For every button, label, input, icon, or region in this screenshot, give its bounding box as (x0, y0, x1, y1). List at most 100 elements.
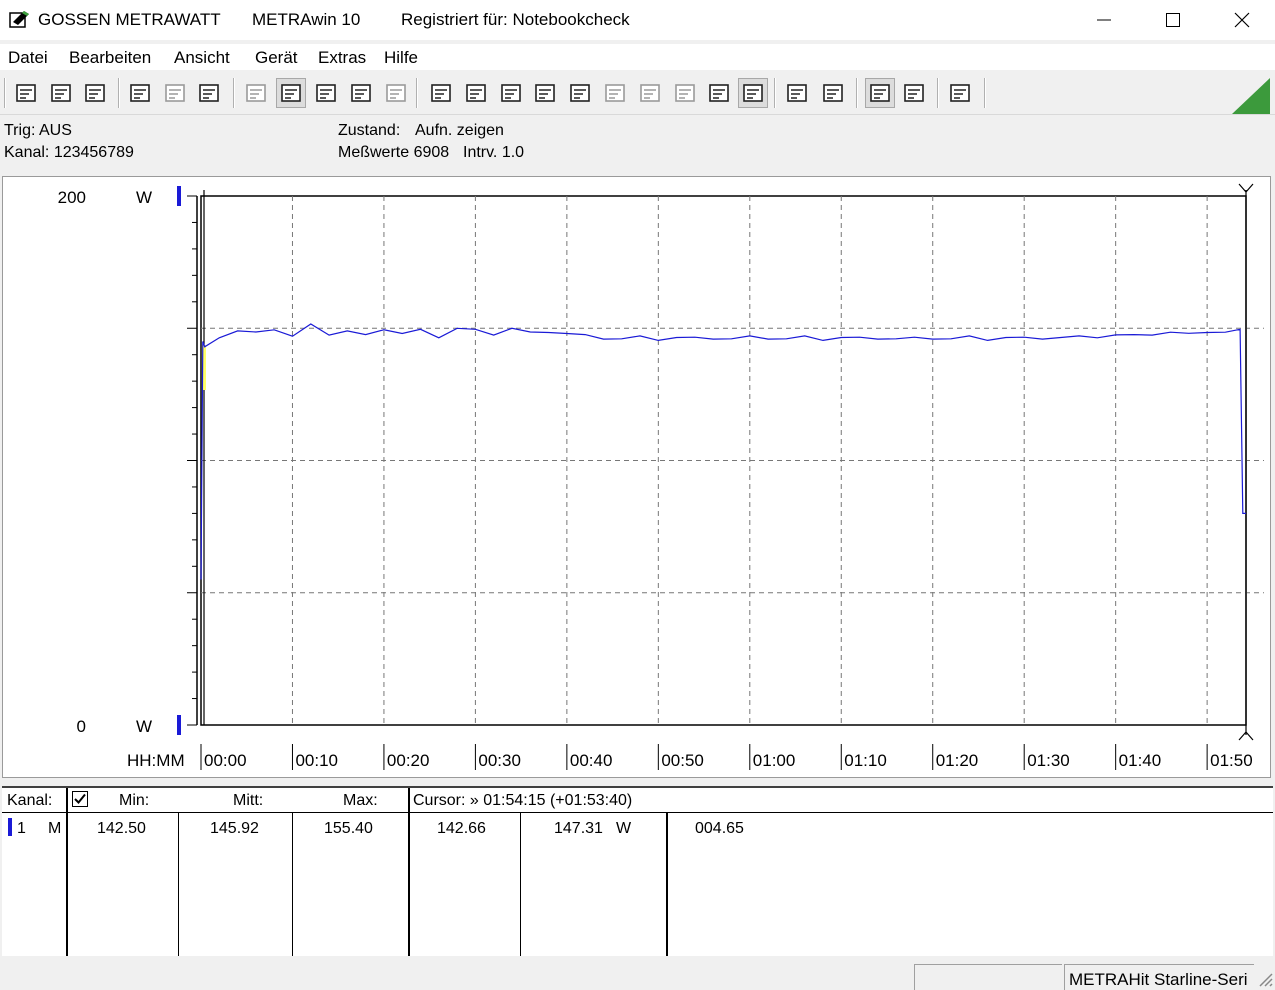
x-tick-label: 01:00 (753, 751, 796, 770)
print-setup-icon[interactable] (818, 78, 848, 108)
timer-icon[interactable] (738, 78, 768, 108)
close-button[interactable] (1207, 0, 1275, 40)
cursor-extra-value: 004.65 (695, 820, 744, 837)
x-tick-label: 00:10 (295, 751, 338, 770)
value-min: 142.50 (97, 820, 146, 837)
header-cursor: Cursor: » 01:54:15 (+01:53:40) (413, 792, 633, 809)
registration-text: Registriert für: Notebookcheck (401, 10, 630, 29)
device-write-icon[interactable] (194, 78, 224, 108)
y-unit-label: W (136, 717, 152, 736)
menu-ansicht[interactable]: Ansicht (174, 48, 230, 68)
menu-bearbeiten[interactable]: Bearbeiten (69, 48, 151, 68)
import-icon[interactable] (461, 78, 491, 108)
info-panel: Trig: AUS Kanal: 123456789 Zustand: Aufn… (0, 116, 1275, 174)
value-max: 155.40 (324, 820, 373, 837)
x-tick-label: 00:40 (570, 751, 613, 770)
status-device: METRAHit Starline-Seri (1064, 964, 1254, 990)
print-icon[interactable] (782, 78, 812, 108)
save-as-icon[interactable] (46, 78, 76, 108)
toolbar-separator (233, 78, 235, 108)
product-name: METRAwin 10 (252, 10, 361, 29)
column-divider (408, 788, 410, 956)
column-divider (666, 812, 668, 956)
wave-icon[interactable] (635, 78, 665, 108)
toolbar-separator (416, 78, 418, 108)
menu-extras[interactable]: Extras (318, 48, 366, 68)
x-tick-label: 01:50 (1210, 751, 1253, 770)
toolbar-separator (118, 78, 120, 108)
sample-count: Meßwerte 6908 (338, 144, 450, 161)
save-icon[interactable] (11, 78, 41, 108)
export-icon[interactable] (426, 78, 456, 108)
cursor-mean: 147.31 (554, 820, 603, 837)
x-tick-label: 00:00 (204, 751, 247, 770)
interval-value: Intrv. 1.0 (463, 144, 525, 161)
toolbar-separator (856, 78, 858, 108)
state-value: Aufn. zeigen (415, 122, 504, 139)
minimize-icon (1097, 19, 1111, 21)
checkbox-checked-icon[interactable] (72, 791, 88, 807)
message-icon[interactable] (945, 78, 975, 108)
menu-hilfe[interactable]: Hilfe (384, 48, 418, 68)
menu-geraet[interactable]: Gerät (255, 48, 298, 68)
x-tick-label: 00:30 (478, 751, 521, 770)
zoom-out-icon[interactable] (899, 78, 929, 108)
open-icon[interactable] (80, 78, 110, 108)
minimize-button[interactable] (1069, 0, 1139, 40)
column-divider (178, 812, 179, 956)
x-tick-label: 00:20 (387, 751, 430, 770)
close-icon (1234, 12, 1250, 28)
table-icon[interactable] (346, 78, 376, 108)
menu-datei[interactable]: Datei (8, 48, 48, 68)
y-unit-label: W (136, 188, 152, 207)
channel-list: Kanal: 123456789 (4, 144, 134, 161)
x-tick-label: 01:20 (936, 751, 979, 770)
monitor-icon[interactable] (530, 78, 560, 108)
x-axis-label: HH:MM (127, 751, 185, 770)
x-tick-label: 01:40 (1119, 751, 1162, 770)
cursor-value: 142.66 (437, 820, 486, 837)
x-tick-label: 01:30 (1027, 751, 1070, 770)
trigger-status: Trig: AUS (4, 122, 72, 139)
column-divider (520, 812, 521, 956)
maximize-icon (1166, 13, 1180, 27)
formula-icon[interactable] (565, 78, 595, 108)
channel-color-marker (8, 818, 12, 836)
channel-marker-top (177, 186, 181, 206)
header-mitt: Mitt: (233, 792, 264, 809)
size-grip-icon[interactable] (1256, 970, 1274, 988)
maximize-button[interactable] (1138, 0, 1208, 40)
menu-bar: Datei Bearbeiten Ansicht Gerät Extras Hi… (0, 44, 1275, 70)
value-mitt: 145.92 (210, 820, 259, 837)
toolbar-separator (984, 78, 986, 108)
toolbar-separator (4, 78, 6, 108)
power-chart[interactable]: 00:00 00:10 00:20 00:30 00:40 00:50 01:00 01:10… (3, 177, 1270, 777)
header-kanal: Kanal: (7, 792, 53, 809)
clock-icon[interactable] (704, 78, 734, 108)
channel-marker-bottom (177, 715, 181, 735)
status-bar: METRAHit Starline-Seri (0, 962, 1275, 990)
crosshair-icon[interactable] (311, 78, 341, 108)
title-bar: GOSSEN METRAWATT METRAwin 10 Registriert… (0, 0, 1275, 40)
column-divider (292, 812, 293, 956)
device-config-icon[interactable] (160, 78, 190, 108)
settings-grid-icon[interactable] (496, 78, 526, 108)
signal-icon[interactable] (670, 78, 700, 108)
channel-mode: M (48, 820, 62, 837)
x-tick-label: 00:50 (661, 751, 704, 770)
x-tick-label: 01:10 (844, 751, 887, 770)
cursor-unit: W (616, 820, 632, 837)
zoom-curve-icon[interactable] (865, 78, 895, 108)
statistics-table: Kanal: Min: Mitt: Max: Cursor: » 01:54:1… (2, 786, 1273, 956)
device-read-icon[interactable] (125, 78, 155, 108)
column-divider (66, 788, 68, 956)
status-pane (914, 964, 1062, 990)
curve-icon[interactable] (276, 78, 306, 108)
keyboard-icon[interactable] (241, 78, 271, 108)
display-icon[interactable] (600, 78, 630, 108)
state-label: Zustand: (338, 122, 401, 139)
bars-icon[interactable] (381, 78, 411, 108)
power-series-line (200, 323, 1246, 580)
chart-panel: 00:00 00:10 00:20 00:30 00:40 00:50 01:00 01:10… (2, 176, 1271, 778)
table-header-divider (2, 812, 1273, 813)
